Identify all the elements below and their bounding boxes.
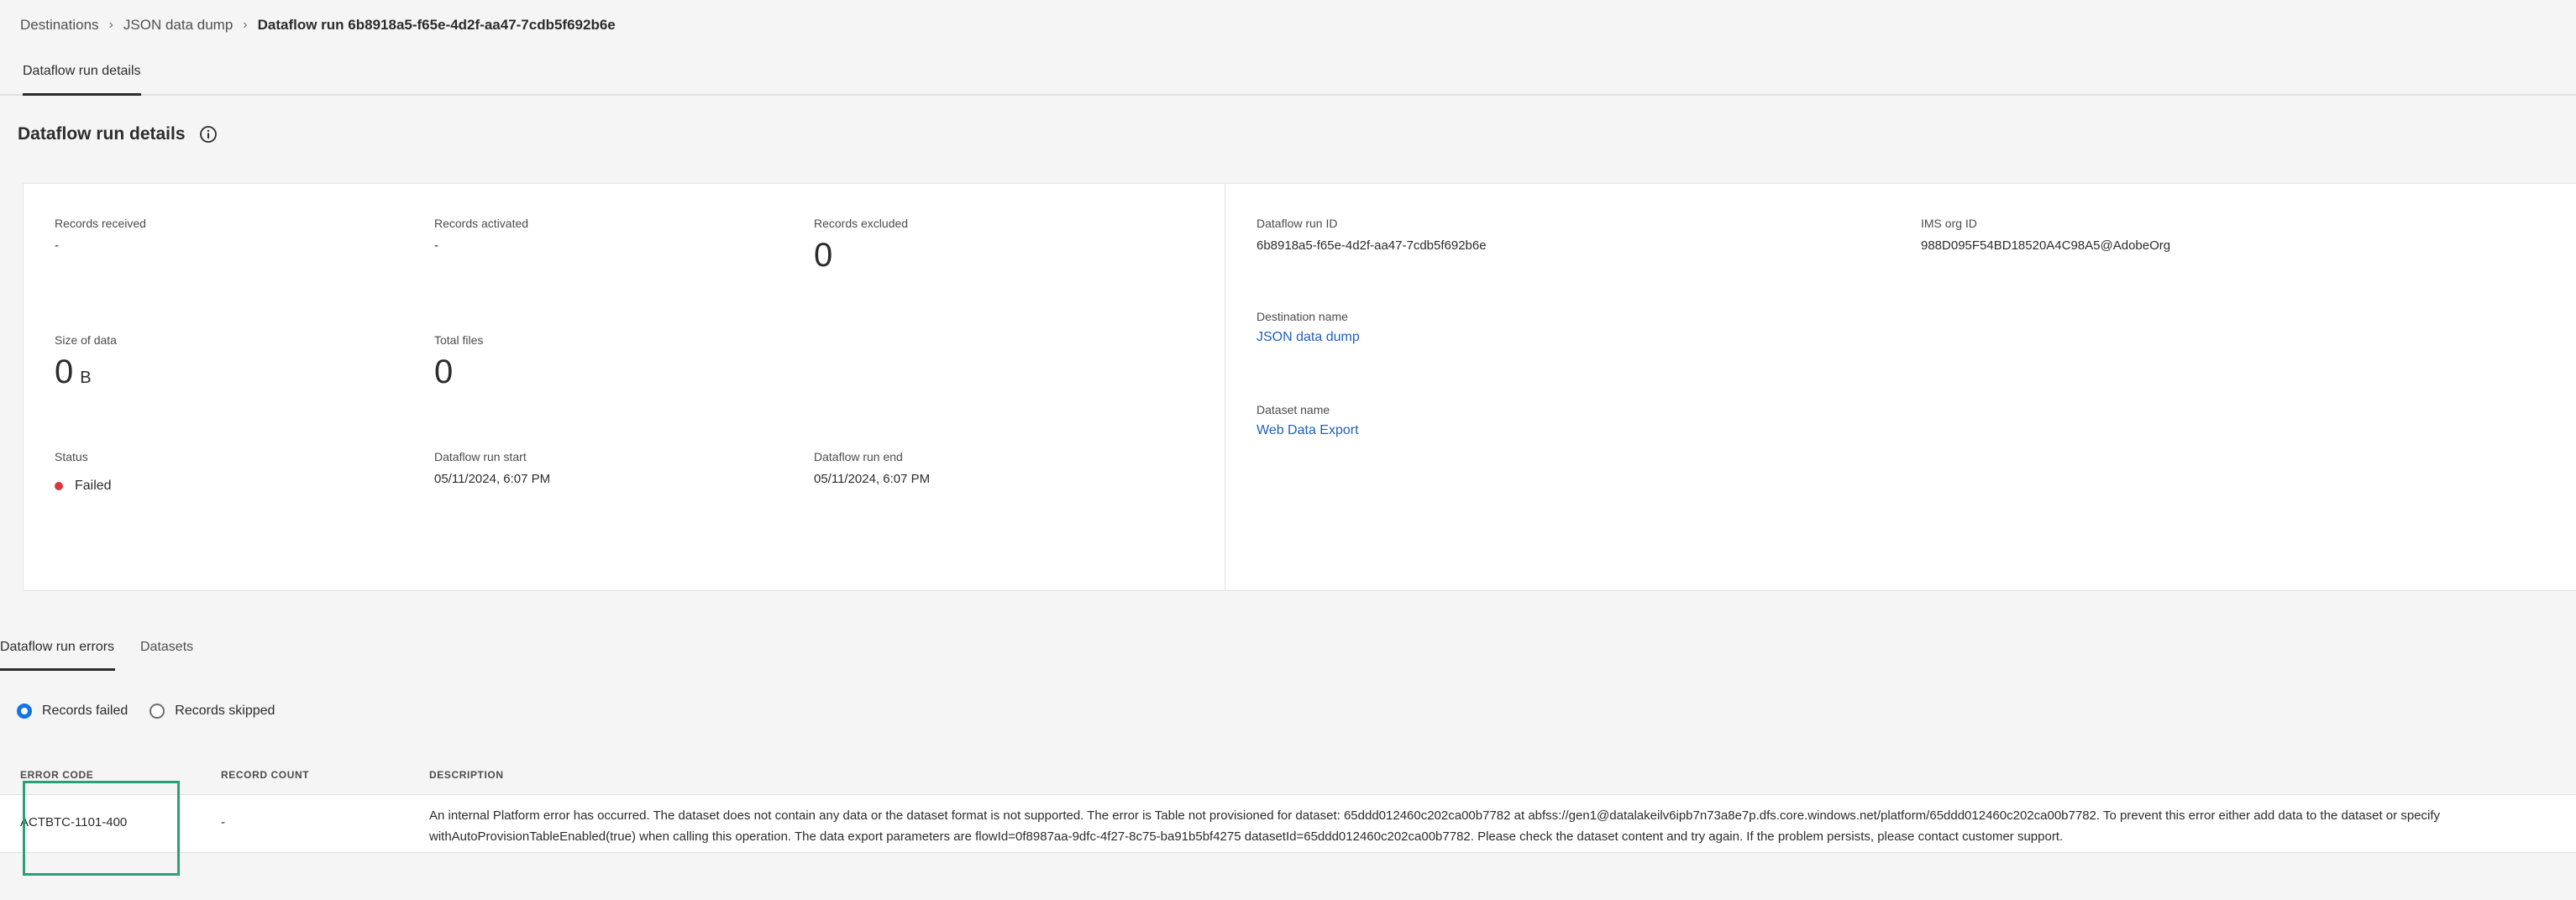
breadcrumb-destinations[interactable]: Destinations [20,17,99,34]
run-start-value: 05/11/2024, 6:07 PM [434,472,551,486]
status-badge: Failed [55,479,112,494]
total-files-label: Total files [434,333,484,347]
status-label: Status [55,450,88,463]
dataflow-run-page: Destinations › JSON data dump › Dataflow… [0,0,2576,900]
breadcrumb: Destinations › JSON data dump › Dataflow… [20,13,616,37]
errors-table-header: ERROR CODE RECORD COUNT DESCRIPTION [0,762,2576,794]
dataset-name-field: Dataset name Web Data Export [1257,403,1359,438]
size-of-data-value-wrap: 0B [55,355,117,389]
dataset-name-link[interactable]: Web Data Export [1257,423,1359,438]
destination-name-link[interactable]: JSON data dump [1257,330,1360,345]
chevron-right-icon: › [243,18,248,32]
size-of-data-stat: Size of data 0B [55,333,117,389]
records-received-stat: Records received - [55,217,146,253]
records-activated-stat: Records activated - [434,217,528,253]
ims-org-value: 988D095F54BD18520A4C98A5@AdobeOrg [1921,238,2171,253]
size-of-data-label: Size of data [55,333,117,347]
status-dot-icon [55,482,63,490]
records-excluded-stat: Records excluded 0 [814,217,908,272]
radio-records-skipped-label: Records skipped [175,704,275,718]
run-id-field: Dataflow run ID 6b8918a5-f65e-4d2f-aa47-… [1257,217,1487,253]
records-received-value: - [55,238,59,253]
run-id-label: Dataflow run ID [1257,217,1338,230]
destination-name-field: Destination name JSON data dump [1257,310,1360,345]
run-id-value: 6b8918a5-f65e-4d2f-aa47-7cdb5f692b6e [1257,238,1487,253]
status-value: Failed [75,479,112,493]
size-of-data-unit: B [80,369,92,387]
column-header-error-code[interactable]: ERROR CODE [20,769,93,781]
section-header: Dataflow run details [18,124,218,144]
ims-org-label: IMS org ID [1921,217,1977,230]
tab-dataflow-run-errors[interactable]: Dataflow run errors [0,640,115,671]
total-files-stat: Total files 0 [434,333,483,389]
run-end-value: 05/11/2024, 6:07 PM [814,472,931,486]
info-icon[interactable] [199,125,218,144]
records-received-label: Records received [55,217,146,230]
records-excluded-label: Records excluded [814,217,909,230]
total-files-value: 0 [434,353,454,390]
breadcrumb-current: Dataflow run 6b8918a5-f65e-4d2f-aa47-7cd… [257,17,616,33]
top-tab-bar: Dataflow run details [0,55,2576,96]
run-start-stat: Dataflow run start 05/11/2024, 6:07 PM [434,450,550,486]
radio-checked-icon [17,704,32,719]
ims-org-field: IMS org ID 988D095F54BD18520A4C98A5@Adob… [1921,217,2170,253]
radio-records-failed-label: Records failed [42,704,129,718]
record-count-cell: - [221,815,225,829]
tab-dataflow-run-details[interactable]: Dataflow run details [23,64,141,96]
radio-records-skipped[interactable]: Records skipped [150,704,275,719]
page-title: Dataflow run details [18,124,186,144]
size-of-data-value: 0 [55,353,74,390]
table-row: ACTBTC-1101-400 - An internal Platform e… [0,794,2576,853]
records-filter-radio-group: Records failed Records skipped [17,704,275,719]
column-header-record-count[interactable]: RECORD COUNT [221,769,309,781]
status-stat: Status Failed [55,450,112,494]
radio-records-failed[interactable]: Records failed [17,704,128,719]
column-header-description[interactable]: DESCRIPTION [429,769,504,781]
run-end-stat: Dataflow run end 05/11/2024, 6:07 PM [814,450,930,486]
destination-name-label: Destination name [1257,310,1348,323]
run-start-label: Dataflow run start [434,450,527,463]
chevron-right-icon: › [108,18,113,32]
records-excluded-value: 0 [814,237,833,274]
error-code-highlight [23,781,180,876]
dataset-name-label: Dataset name [1257,403,1330,416]
description-cell: An internal Platform error has occurred.… [429,808,2441,844]
run-end-label: Dataflow run end [814,450,903,463]
breadcrumb-json-data-dump[interactable]: JSON data dump [123,17,233,34]
records-activated-value: - [434,238,438,253]
radio-unchecked-icon [150,704,165,719]
tab-datasets[interactable]: Datasets [140,640,193,655]
records-activated-label: Records activated [434,217,529,230]
